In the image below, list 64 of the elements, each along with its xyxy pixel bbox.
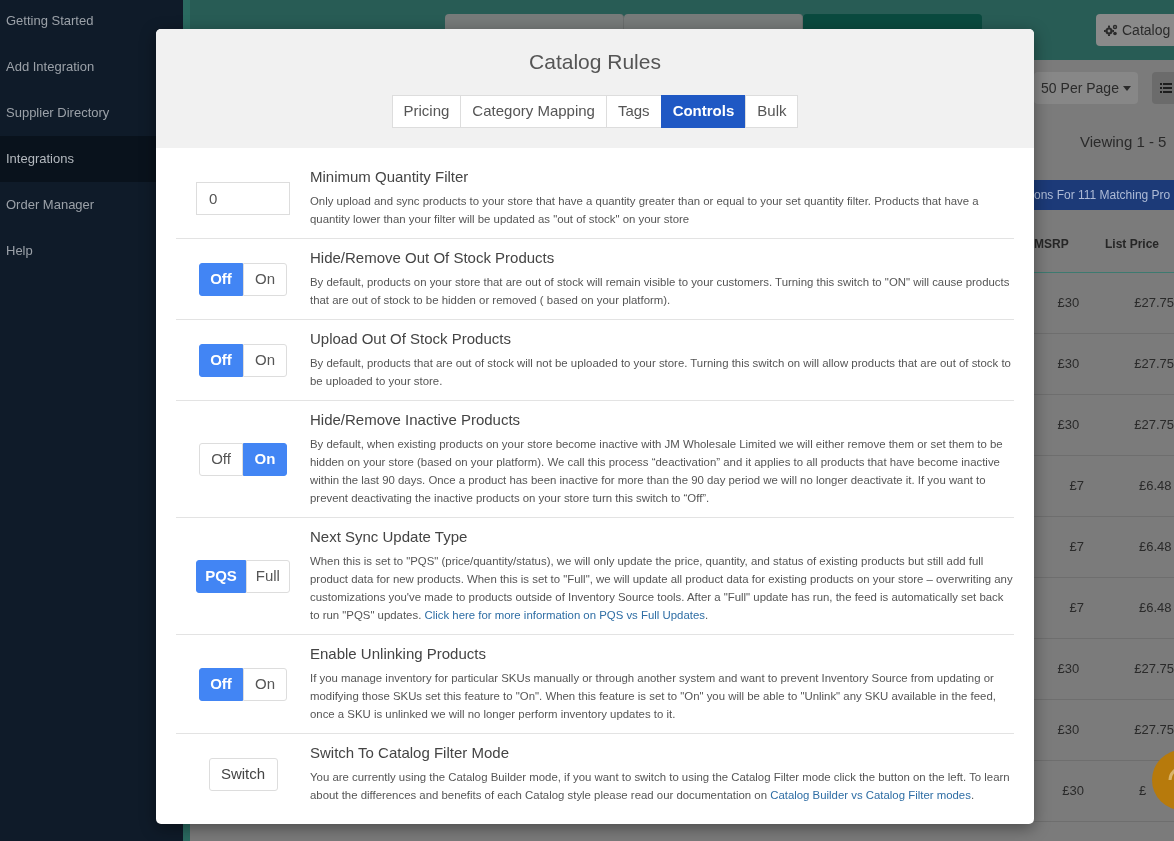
table-cell-text: £27.75 bbox=[1134, 660, 1174, 679]
viewing-count: Viewing 1 - 5 bbox=[1079, 132, 1168, 152]
setting-title: Upload Out Of Stock Products bbox=[310, 329, 512, 349]
table-cell-text: £ bbox=[1139, 782, 1147, 801]
setting-description: By default, products on your store that are out of stock will remain visible to your customers. Turning this switch to "ON" will cause products that are out of stock to be hidden or removed ( based on your platform). bbox=[310, 275, 1011, 308]
table-cell-text: £6.48 bbox=[1139, 599, 1172, 618]
toggle-option[interactable]: Off bbox=[199, 343, 243, 377]
table-cell-text: £7 bbox=[1068, 599, 1084, 618]
setting-description: If you manage inventory for particular SKUs manually or through another system and want to prevent Inventory Source from updating or modifying those SKUs set this feature to "On". When this feature is set to "On" you will be able to "Unlink" any SKU available in the feed, once a SKU is unlinked we will no longer perform inventory updates to it. bbox=[310, 671, 997, 722]
help-link[interactable]: Catalog Builder vs Catalog Filter modes bbox=[770, 789, 971, 801]
table-cell-text: £6.48 bbox=[1139, 538, 1172, 557]
table-cell-text: £30 bbox=[1056, 721, 1080, 740]
sidebar-item[interactable]: Getting Started bbox=[0, 0, 183, 44]
table-cell-text: £27.75 bbox=[1134, 355, 1174, 374]
toggle-option[interactable]: Off bbox=[199, 262, 243, 296]
table-cell-text: £7 bbox=[1068, 538, 1084, 557]
table-cell-text: £30 bbox=[1056, 660, 1080, 679]
tab[interactable]: Pricing bbox=[391, 95, 462, 128]
toggle-option[interactable]: On bbox=[243, 442, 287, 476]
toggle-option[interactable]: Full bbox=[245, 559, 290, 593]
quantity-input[interactable]: 0 bbox=[196, 181, 290, 215]
toggle-option[interactable]: On bbox=[243, 667, 287, 701]
modal-title: Catalog Rules bbox=[529, 49, 661, 75]
toggle-option[interactable]: Off bbox=[199, 667, 243, 701]
list-view-button[interactable] bbox=[1152, 72, 1174, 104]
setting-description: You are currently using the Catalog Builder mode, if you want to switch to using the Catalog Filter mode click the button on the left. To learn about the differences and benefits of each Catalog style please read our documentation on Catalog Builder vs Catalog Filter modes. bbox=[310, 770, 1011, 803]
table-cell-text: £7 bbox=[1068, 477, 1084, 496]
setting-description: When this is set to "PQS" (price/quantity/status), we will only update the price, quantity, and status of existing products but still add full product data for new products. When this is set to "Full", we will update all product data for existing products on your store – overwriting any customizations you've made to products outside of Inventory Source tools. After a "Full" update has run, the feed is automatically set back to run "PQS" updates. Click here for more information on PQS vs Full Updates. bbox=[310, 554, 1014, 623]
table-cell-text: £27.75 bbox=[1134, 294, 1174, 313]
setting-title: Minimum Quantity Filter bbox=[310, 167, 470, 187]
setting-title: Hide/Remove Out Of Stock Products bbox=[310, 248, 556, 268]
tab[interactable]: Category Mapping bbox=[460, 95, 607, 128]
catalog-button[interactable]: Catalog bbox=[1096, 14, 1174, 46]
column-header: List Price bbox=[1105, 236, 1160, 253]
column-header: MSRP bbox=[1034, 236, 1070, 253]
table-cell-text: £6.48 bbox=[1139, 477, 1172, 496]
table-cell-text: £30 bbox=[1056, 355, 1080, 374]
list-icon bbox=[1160, 83, 1172, 93]
setting-title: Switch To Catalog Filter Mode bbox=[310, 743, 510, 763]
help-link[interactable]: Click here for more information on PQS vs Full Updates bbox=[424, 609, 705, 621]
setting-title: Hide/Remove Inactive Products bbox=[310, 410, 522, 430]
caret-icon bbox=[1122, 85, 1131, 91]
switch-button[interactable]: Switch bbox=[208, 757, 278, 791]
table-cell-text: £30 bbox=[1061, 782, 1084, 801]
toggle-option[interactable]: On bbox=[243, 262, 287, 296]
table-cell-text: £30 bbox=[1056, 416, 1080, 435]
gears-icon bbox=[1104, 24, 1118, 36]
setting-description: By default, when existing products on your store become inactive with JM Wholesale Limited we will either remove them or set them to be hidden on your store (based on your platform). We call this process “deactivation” and it applies to all products that have become inactive within the last 90 days. Once a product has been inactive for more than the 90 day period we will no longer deactivate it. If you want to prevent deactivating the inactive products on your store turn this switch to “Off”. bbox=[310, 437, 1004, 506]
setting-description: Only upload and sync products to your store that have a quantity greater than or equal to your set quantity filter. Products that have a quantity lower than your filter will be updated as "out of stock" on your store bbox=[310, 194, 980, 227]
setting-title: Enable Unlinking Products bbox=[310, 644, 487, 664]
table-cell-text: £30 bbox=[1056, 294, 1080, 313]
table-cell-text: £27.75 bbox=[1134, 721, 1174, 740]
tab[interactable]: Controls bbox=[660, 95, 747, 128]
per-page-dropdown[interactable]: 50 Per Page bbox=[1034, 72, 1138, 104]
tab[interactable]: Bulk bbox=[745, 95, 799, 128]
toggle-option[interactable]: Off bbox=[199, 442, 243, 476]
setting-description: By default, products that are out of stock will not be uploaded to your store. Turning this switch on will allow products that are out of stock to be uploaded to your store. bbox=[310, 356, 1012, 389]
setting-title: Next Sync Update Type bbox=[310, 527, 469, 547]
toggle-option[interactable]: PQS bbox=[196, 559, 246, 593]
tab[interactable]: Tags bbox=[605, 95, 662, 128]
chat-button[interactable] bbox=[1151, 750, 1174, 810]
results-banner: ons For 111 Matching Pro bbox=[1034, 180, 1174, 210]
toggle-option[interactable]: On bbox=[243, 343, 287, 377]
table-cell-text: £27.75 bbox=[1134, 416, 1174, 435]
